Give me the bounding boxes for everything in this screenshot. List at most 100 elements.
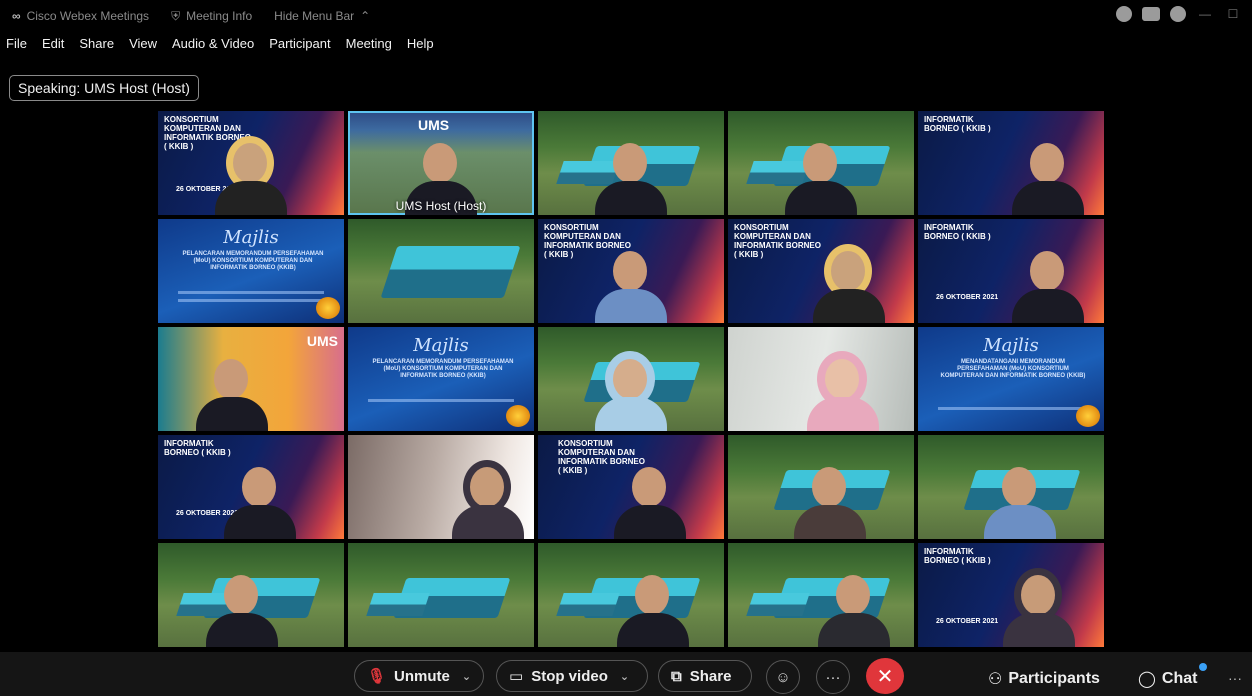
video-tile[interactable] (538, 327, 724, 431)
hide-menu-bar-button[interactable]: Hide Menu Bar ⌃ (274, 9, 370, 23)
active-speaker-label: Speaking: UMS Host (Host) (9, 75, 199, 101)
poster-title: INFORMATIK BORNEO ( KKIB ) (924, 223, 991, 241)
poster-date: 26 OKTOBER 2021 (936, 618, 999, 625)
video-tile[interactable]: INFORMATIK BORNEO ( KKIB ) 26 OKTOBER 20… (918, 219, 1104, 323)
invite-title: Majlis (223, 227, 279, 248)
video-tile[interactable] (538, 543, 724, 647)
participant-video (809, 243, 889, 323)
meeting-controls: 🎙 Unmute ⌄ ▭ Stop video ⌄ ⧉ Share ☺ ··· … (0, 652, 1252, 696)
video-tile[interactable] (158, 543, 344, 647)
layout-icon[interactable] (1142, 7, 1160, 21)
poster-title: INFORMATIK BORNEO ( KKIB ) (164, 439, 231, 457)
invite-title: Majlis (413, 335, 469, 356)
video-tile[interactable]: KONSORTIUM KOMPUTERAN DAN INFORMATIK BOR… (728, 219, 914, 323)
menu-edit[interactable]: Edit (42, 36, 64, 56)
record-icon[interactable] (1116, 6, 1132, 22)
participant-video (220, 459, 300, 539)
meeting-info-button[interactable]: ⛨ Meeting Info (171, 9, 252, 24)
video-tile[interactable]: INFORMATIK BORNEO ( KKIB ) 26 OKTOBER 20… (158, 435, 344, 539)
chat-label: Chat (1161, 670, 1198, 687)
app-name: Cisco Webex Meetings (26, 9, 150, 23)
menu-share[interactable]: Share (79, 36, 114, 56)
audio-icon[interactable] (1170, 6, 1186, 22)
invite-subtitle: PELANCARAN MEMORANDUM PERSEFAHAMAN (MoU)… (182, 251, 324, 271)
reactions-button[interactable]: ☺ (766, 660, 800, 694)
participant-video (814, 567, 894, 647)
menu-view[interactable]: View (129, 36, 157, 56)
menu-help[interactable]: Help (407, 36, 434, 56)
maximize-icon[interactable]: ☐ (1224, 7, 1242, 21)
stop-video-button[interactable]: ▭ Stop video ⌄ (496, 660, 648, 692)
participants-button[interactable]: ⚇ Participants (988, 669, 1100, 689)
ums-logo: UMS (418, 117, 450, 133)
participant-video (999, 567, 1079, 647)
video-tile[interactable]: Majlis MENANDATANGANI MEMORANDUM PERSEFA… (918, 327, 1104, 431)
participant-video (980, 459, 1060, 539)
title-bar: ∞ Cisco Webex Meetings ⛨ Meeting Info Hi… (0, 0, 1252, 32)
video-tile[interactable] (348, 219, 534, 323)
chevron-up-icon: ⌃ (360, 9, 371, 23)
video-tile[interactable]: Majlis PELANCARAN MEMORANDUM PERSEFAHAMA… (348, 327, 534, 431)
participants-label: Participants (1008, 670, 1100, 687)
participant-video (790, 459, 870, 539)
invite-title: Majlis (983, 335, 1039, 356)
menu-bar: File Edit Share View Audio & Video Parti… (0, 36, 434, 56)
video-grid: KONSORTIUM KOMPUTERAN DAN INFORMATIK BOR… (158, 111, 1108, 651)
video-tile-active-speaker[interactable]: UMS UMS Host (Host) (348, 111, 534, 215)
menu-audio-video[interactable]: Audio & Video (172, 36, 254, 56)
participant-video (591, 243, 671, 323)
chat-notification-badge (1199, 663, 1207, 671)
chevron-down-icon[interactable]: ⌄ (462, 670, 471, 683)
meeting-info-label: Meeting Info (186, 9, 253, 23)
video-tile[interactable] (918, 435, 1104, 539)
overflow-icon[interactable]: ··· (1228, 670, 1242, 686)
participant-video (803, 351, 883, 431)
menu-meeting[interactable]: Meeting (346, 36, 392, 56)
video-tile[interactable]: INFORMATIK BORNEO ( KKIB ) 26 OKTOBER 20… (918, 543, 1104, 647)
participant-video (192, 351, 272, 431)
share-label: Share (689, 667, 732, 685)
participant-video (781, 135, 861, 215)
menu-participant[interactable]: Participant (269, 36, 330, 56)
menu-file[interactable]: File (6, 36, 27, 56)
more-options-button[interactable]: ··· (816, 660, 850, 694)
video-tile[interactable] (728, 327, 914, 431)
close-icon: ✕ (876, 665, 894, 688)
hide-menu-bar-label: Hide Menu Bar (274, 9, 355, 23)
video-tile[interactable] (728, 435, 914, 539)
video-tile[interactable]: KONSORTIUM KOMPUTERAN DAN INFORMATIK BOR… (538, 219, 724, 323)
participant-video (1008, 135, 1088, 215)
shield-icon: ⛨ (171, 8, 181, 23)
video-tile[interactable] (728, 543, 914, 647)
unmute-button[interactable]: 🎙 Unmute ⌄ (354, 660, 484, 692)
app-title: ∞ Cisco Webex Meetings (12, 9, 149, 23)
window-controls: — ☐ (1116, 6, 1242, 22)
participant-video (613, 567, 693, 647)
video-tile[interactable]: Majlis PELANCARAN MEMORANDUM PERSEFAHAMA… (158, 219, 344, 323)
chat-bubble-icon: ◯ (1138, 671, 1156, 688)
video-tile[interactable] (348, 435, 534, 539)
video-tile[interactable] (728, 111, 914, 215)
video-tile[interactable] (538, 111, 724, 215)
person-icon: ⚇ (988, 671, 1003, 688)
invite-subtitle: MENANDATANGANI MEMORANDUM PERSEFAHAMAN (… (940, 359, 1086, 379)
share-button[interactable]: ⧉ Share (658, 660, 752, 692)
share-screen-icon: ⧉ (671, 667, 682, 685)
video-tile[interactable] (348, 543, 534, 647)
participant-video (591, 135, 671, 215)
video-tile[interactable]: KONSORTIUM KOMPUTERAN DAN INFORMATIK BOR… (538, 435, 724, 539)
smiley-icon: ☺ (775, 668, 791, 686)
video-tile[interactable]: INFORMATIK BORNEO ( KKIB ) (918, 111, 1104, 215)
poster-title: INFORMATIK BORNEO ( KKIB ) (924, 115, 991, 133)
chat-button[interactable]: ◯ Chat (1138, 669, 1197, 689)
leave-meeting-button[interactable]: ✕ (866, 658, 904, 694)
chevron-down-icon[interactable]: ⌄ (620, 670, 629, 683)
participant-video (591, 351, 671, 431)
participant-name: UMS Host (Host) (395, 199, 487, 213)
video-tile[interactable]: UMS (158, 327, 344, 431)
minimize-icon[interactable]: — (1196, 7, 1214, 21)
video-tile[interactable]: KONSORTIUM KOMPUTERAN DAN INFORMATIK BOR… (158, 111, 344, 215)
webex-logo-icon: ∞ (12, 9, 21, 23)
ums-logo: UMS (306, 333, 338, 349)
participant-video (202, 567, 282, 647)
